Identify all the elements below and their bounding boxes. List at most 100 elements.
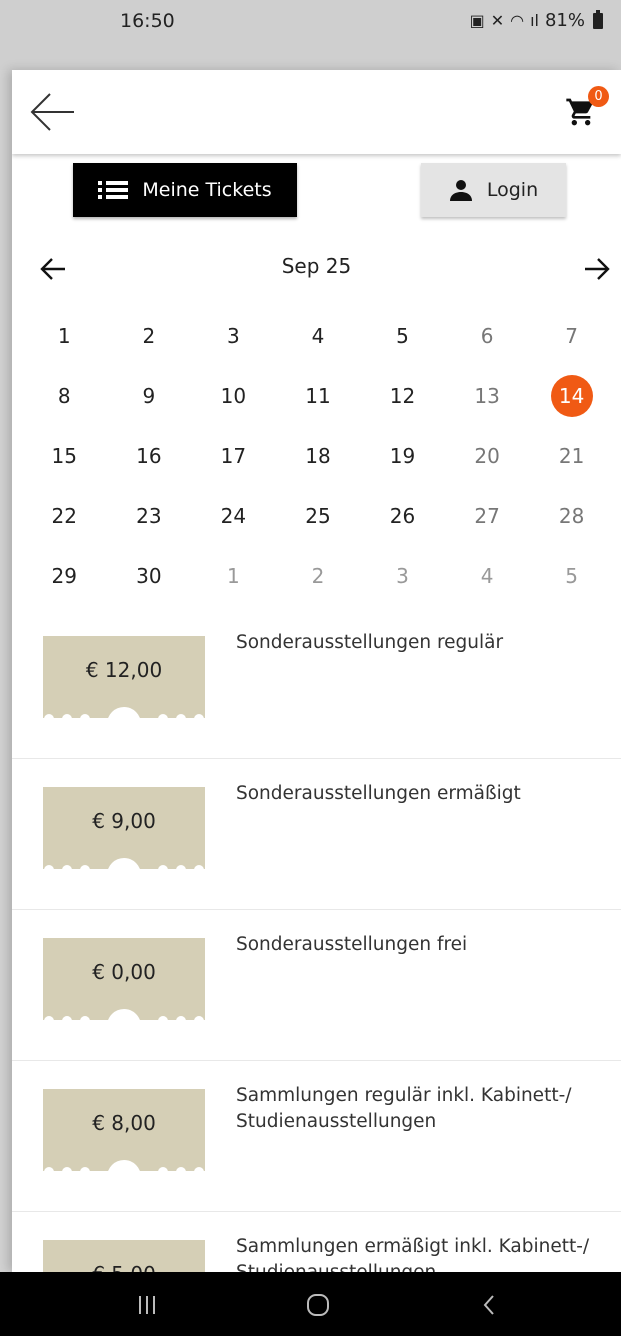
calendar-day-label: 25 bbox=[305, 504, 331, 528]
calendar-day[interactable]: 20 bbox=[445, 426, 530, 486]
calendar-day[interactable]: 24 bbox=[191, 486, 276, 546]
ticket-price: € 8,00 bbox=[92, 1111, 156, 1135]
calendar-day[interactable]: 10 bbox=[191, 366, 276, 426]
battery-icon bbox=[593, 9, 603, 29]
calendar-grid: 1 2 3 4 5 6 7 8 9 10 11 12 13 14 15 16 17 18 19 20 21 22 23 24 2… bbox=[22, 306, 612, 606]
calendar-day[interactable]: 2 bbox=[276, 546, 361, 606]
calendar-day-label: 23 bbox=[136, 504, 162, 528]
login-label: Login bbox=[486, 179, 539, 201]
calendar-day[interactable]: 6 bbox=[445, 306, 530, 366]
ticket-perforation-icon bbox=[44, 707, 204, 718]
calendar-day[interactable]: 8 bbox=[22, 366, 107, 426]
calendar-day[interactable]: 19 bbox=[360, 426, 445, 486]
calendar-day[interactable]: 4 bbox=[276, 306, 361, 366]
ticket-item[interactable]: € 12,00 Sonderausstellungen regulär bbox=[12, 608, 621, 759]
battery-saver-icon: ▣ bbox=[469, 11, 485, 30]
calendar-day[interactable]: 16 bbox=[107, 426, 192, 486]
ticket-perforation-icon bbox=[44, 1160, 204, 1171]
ticket-price-card: € 12,00 bbox=[43, 636, 205, 718]
next-month-icon[interactable] bbox=[582, 254, 612, 284]
calendar-day[interactable]: 22 bbox=[22, 486, 107, 546]
back-nav-icon[interactable] bbox=[474, 1290, 504, 1320]
login-button[interactable]: Login bbox=[421, 163, 566, 217]
back-arrow-icon[interactable] bbox=[30, 92, 76, 132]
calendar-day-label: 18 bbox=[305, 444, 331, 468]
calendar-day[interactable]: 26 bbox=[360, 486, 445, 546]
ticket-title: Sonderausstellungen frei bbox=[236, 934, 468, 955]
calendar-day[interactable]: 5 bbox=[529, 546, 614, 606]
calendar-day[interactable]: 4 bbox=[445, 546, 530, 606]
ticket-title: Sonderausstellungen ermäßigt bbox=[236, 783, 521, 804]
calendar-day[interactable]: 17 bbox=[191, 426, 276, 486]
ticket-price: € 12,00 bbox=[85, 658, 163, 682]
ticket-price: € 0,00 bbox=[92, 960, 156, 984]
calendar-day-label: 19 bbox=[389, 444, 416, 468]
calendar-day[interactable]: 5 bbox=[360, 306, 445, 366]
ticket-title: Sammlungen regulär inkl. Kabinett-/ Stud… bbox=[236, 1085, 572, 1132]
mute-icon: ✕ bbox=[490, 11, 505, 30]
ticket-item[interactable]: € 0,00 Sonderausstellungen frei bbox=[12, 910, 621, 1061]
ticket-perforation-icon bbox=[44, 1009, 204, 1020]
my-tickets-label: Meine Tickets bbox=[142, 179, 272, 201]
calendar-day[interactable]: 15 bbox=[22, 426, 107, 486]
calendar-day-label: 21 bbox=[558, 444, 585, 468]
calendar-day[interactable]: 29 bbox=[22, 546, 107, 606]
calendar-day[interactable]: 25 bbox=[276, 486, 361, 546]
status-time: 16:50 bbox=[120, 10, 175, 32]
my-tickets-button[interactable]: Meine Tickets bbox=[73, 163, 297, 217]
calendar-day[interactable]: 30 bbox=[107, 546, 192, 606]
calendar-day-label: 15 bbox=[51, 444, 77, 468]
wifi-icon: ◠ bbox=[510, 11, 525, 30]
calendar-day-label: 24 bbox=[220, 504, 247, 528]
calendar-day-label: 6 bbox=[480, 324, 494, 348]
calendar-day-label: 7 bbox=[565, 324, 579, 348]
calendar-day-label: 14 bbox=[550, 375, 593, 417]
calendar-day[interactable]: 23 bbox=[107, 486, 192, 546]
cart-badge: 0 bbox=[588, 86, 609, 107]
person-icon bbox=[449, 180, 472, 201]
calendar-day-label: 3 bbox=[396, 564, 409, 588]
calendar-day-label: 27 bbox=[474, 504, 500, 528]
calendar-day-label: 20 bbox=[474, 444, 500, 468]
calendar-day-label: 4 bbox=[480, 564, 494, 588]
calendar-day[interactable]: 27 bbox=[445, 486, 530, 546]
app-bar: 0 bbox=[12, 70, 621, 154]
calendar-day[interactable]: 12 bbox=[360, 366, 445, 426]
calendar-day-label: 4 bbox=[311, 324, 325, 348]
ticket-item[interactable]: € 5,00 Sammlungen ermäßigt inkl. Kabinett… bbox=[12, 1212, 621, 1272]
calendar-day-label: 13 bbox=[474, 384, 500, 408]
calendar-day-label: 30 bbox=[136, 564, 162, 588]
ticket-item[interactable]: € 8,00 Sammlungen regulär inkl. Kabinett-… bbox=[12, 1061, 621, 1212]
list-icon bbox=[98, 181, 129, 199]
calendar-day-label: 10 bbox=[220, 384, 247, 408]
recent-apps-icon[interactable] bbox=[132, 1290, 162, 1320]
status-icons: ▣ ✕ ◠ ıl 81% bbox=[469, 9, 603, 31]
calendar-day-label: 26 bbox=[389, 504, 416, 528]
calendar-day[interactable]: 3 bbox=[191, 306, 276, 366]
calendar-day[interactable]: 13 bbox=[445, 366, 530, 426]
calendar-day[interactable]: 7 bbox=[529, 306, 614, 366]
ticket-price-card: € 8,00 bbox=[43, 1089, 205, 1171]
system-nav-bar bbox=[0, 1272, 621, 1336]
calendar-day[interactable]: 9 bbox=[107, 366, 192, 426]
calendar-day[interactable]: 1 bbox=[22, 306, 107, 366]
ticket-price: € 5,00 bbox=[43, 1262, 205, 1272]
ticket-price: € 9,00 bbox=[92, 809, 156, 833]
calendar-day-label: 2 bbox=[311, 564, 325, 588]
calendar-day[interactable]: 21 bbox=[529, 426, 614, 486]
calendar-day-label: 3 bbox=[227, 324, 240, 348]
ticket-price-card: € 5,00 bbox=[43, 1240, 205, 1272]
calendar-day[interactable]: 11 bbox=[276, 366, 361, 426]
calendar-day[interactable]: 2 bbox=[107, 306, 192, 366]
calendar-day[interactable]: 14 bbox=[529, 366, 614, 426]
ticket-item[interactable]: € 9,00 Sonderausstellungen ermäßigt bbox=[12, 759, 621, 910]
calendar-day[interactable]: 28 bbox=[529, 486, 614, 546]
calendar-day[interactable]: 18 bbox=[276, 426, 361, 486]
status-bar: 16:50 ▣ ✕ ◠ ıl 81% bbox=[0, 0, 621, 70]
calendar-day[interactable]: 1 bbox=[191, 546, 276, 606]
calendar-day[interactable]: 3 bbox=[360, 546, 445, 606]
home-icon[interactable] bbox=[303, 1290, 333, 1320]
calendar-day-label: 2 bbox=[142, 324, 156, 348]
calendar-day-label: 29 bbox=[51, 564, 77, 588]
app-screen: 0 Meine Tickets Login Sep 25 1 2 3 4 5 6 7 8 9 10… bbox=[12, 70, 621, 1272]
